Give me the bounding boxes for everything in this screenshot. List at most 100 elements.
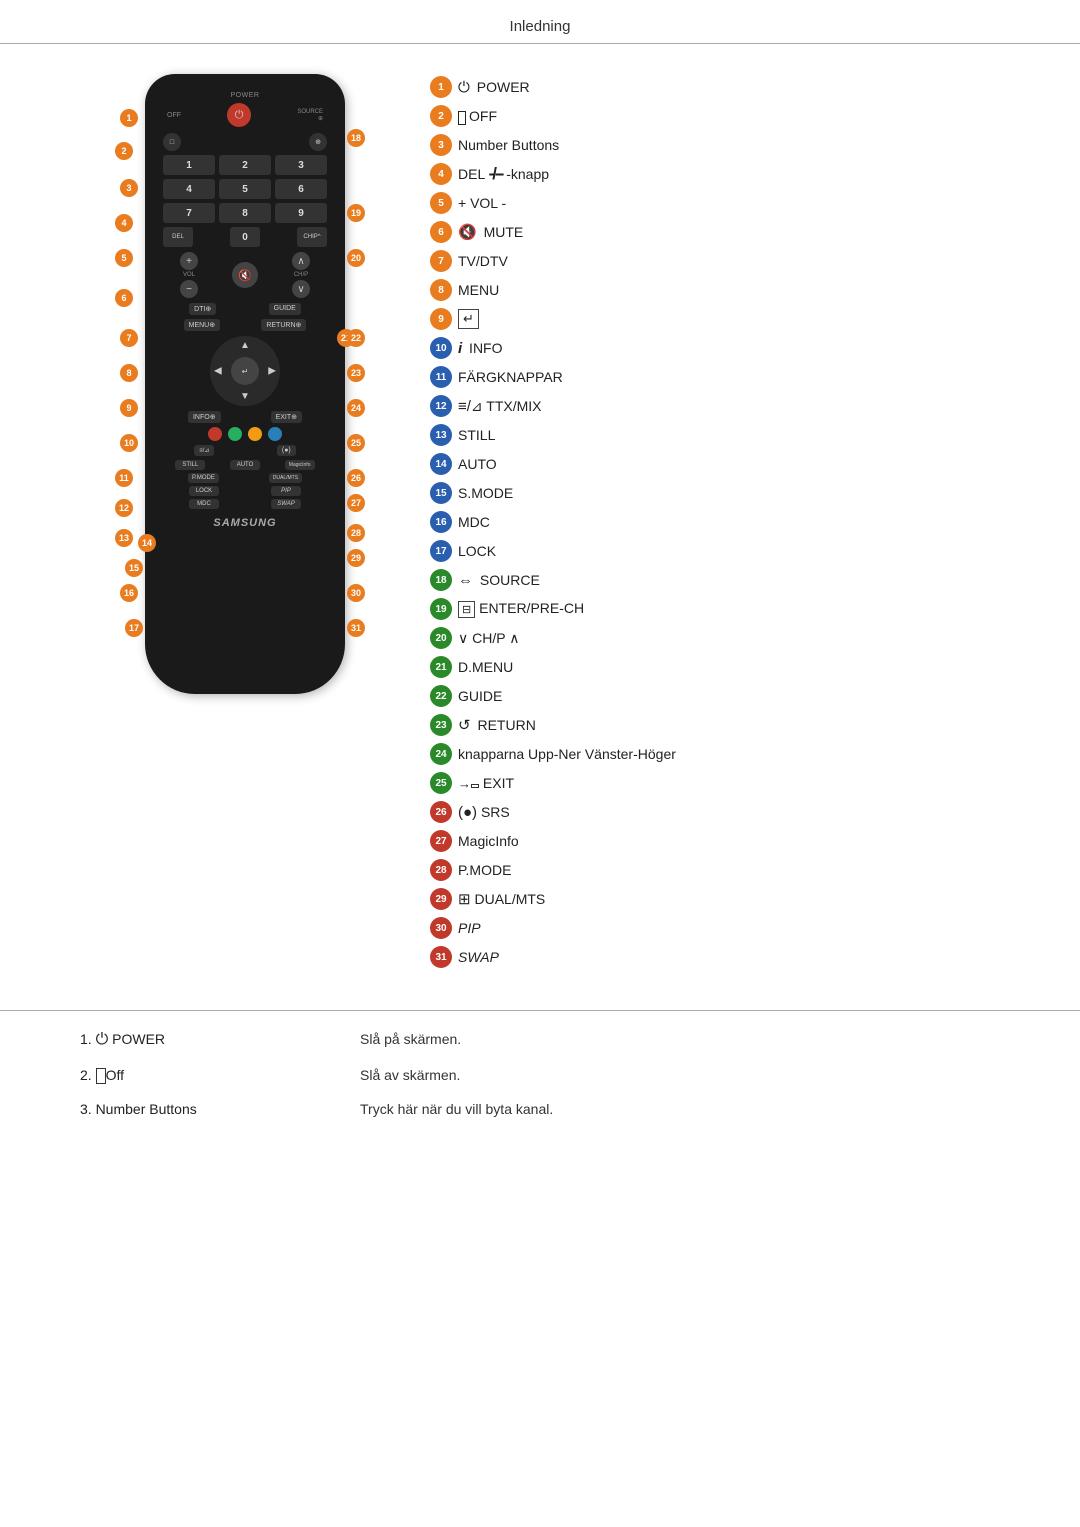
remote-mdc-btn[interactable]: MDC — [189, 499, 219, 509]
legend-text-14: AUTO — [458, 456, 497, 472]
desc-item-2: 2. Off Slå av skärmen. — [80, 1067, 1000, 1083]
remote-btn-8[interactable]: 8 — [219, 203, 271, 223]
legend-badge-27: 27 — [430, 830, 452, 852]
legend-text-25: → EXIT — [458, 775, 514, 791]
remote-del-btn[interactable]: DEL — [163, 227, 193, 247]
remote-btn-0[interactable]: 0 — [230, 227, 260, 247]
remote-still-btn[interactable]: STILL — [175, 460, 205, 470]
legend-badge-29: 29 — [430, 888, 452, 910]
remote-btn-6[interactable]: 6 — [275, 179, 327, 199]
remote-blue-btn[interactable] — [268, 427, 282, 441]
remote-btn-9[interactable]: 9 — [275, 203, 327, 223]
legend-item-27: 27 MagicInfo — [430, 828, 1020, 854]
remote-swap-btn[interactable]: SWAP — [271, 499, 301, 509]
remote-return-btn[interactable]: RETURN⊕ — [261, 319, 306, 331]
legend-text-30: PIP — [458, 920, 481, 936]
legend-badge-16: 16 — [430, 511, 452, 533]
remote-pip-btn[interactable]: PIP — [271, 486, 301, 496]
legend-item-29: 29 ⊞ DUAL/MTS — [430, 886, 1020, 912]
legend-text-17: LOCK — [458, 543, 496, 559]
remote-vol-down[interactable]: − — [180, 280, 198, 298]
legend-text-5: + VOL - — [458, 195, 506, 211]
legend-text-21: D.MENU — [458, 659, 513, 675]
remote-lock-btn[interactable]: LOCK — [189, 486, 219, 496]
legend-badge-12: 12 — [430, 395, 452, 417]
remote-ch-up[interactable]: ∧ — [292, 252, 310, 270]
legend-item-3: 3 Number Buttons — [430, 132, 1020, 158]
remote-num-18: 18 — [347, 129, 365, 147]
desc-value-1: Slå på skärmen. — [360, 1031, 461, 1047]
legend-item-30: 30 PIP — [430, 915, 1020, 941]
remote-tv-btn[interactable]: DTI⊕ — [189, 303, 216, 315]
remote-num-5: 5 — [115, 249, 133, 267]
remote-nav-right[interactable]: ▶ — [268, 366, 276, 377]
legend-list: 1 ⏻ POWER 2 OFF 3 Number Buttons 4 DEL -… — [430, 74, 1020, 970]
remote-source-btn[interactable]: ⊕ — [309, 133, 327, 151]
remote-dual-btn[interactable]: DUAL/MTS — [269, 473, 302, 483]
legend-item-5: 5 + VOL - — [430, 190, 1020, 216]
remote-num-29: 29 — [347, 549, 365, 567]
legend-item-23: 23 ↺ RETURN — [430, 712, 1020, 738]
legend-item-2: 2 OFF — [430, 103, 1020, 129]
remote-power-btn[interactable]: ⏻ — [227, 103, 251, 127]
remote-ttx-btn[interactable]: ≡/⊿ — [194, 445, 214, 456]
legend-badge-1: 1 — [430, 76, 452, 98]
remote-chip-btn[interactable]: CHIP^ — [297, 227, 327, 247]
remote-source-label: SOURCE⊕ — [297, 109, 323, 122]
remote-nav-down[interactable]: ▼ — [240, 391, 250, 402]
legend-item-10: 10 i INFO — [430, 335, 1020, 361]
legend-badge-14: 14 — [430, 453, 452, 475]
legend-item-26: 26 (●) SRS — [430, 799, 1020, 825]
remote-btn-4[interactable]: 4 — [163, 179, 215, 199]
remote-btn-2[interactable]: 2 — [219, 155, 271, 175]
remote-pmode-btn[interactable]: P.MODE — [188, 473, 219, 483]
remote-vol-up[interactable]: + — [180, 252, 198, 270]
legend-text-1: ⏻ POWER — [458, 79, 530, 96]
remote-ch-down[interactable]: ∨ — [292, 280, 310, 298]
desc-item-3: 3. Number Buttons Tryck här när du vill … — [80, 1101, 1000, 1117]
remote-btn-7[interactable]: 7 — [163, 203, 215, 223]
remote-menu-btn[interactable]: MENU⊕ — [184, 319, 220, 331]
remote-red-btn[interactable] — [208, 427, 222, 441]
remote-exit-btn[interactable]: EXIT⊕ — [271, 411, 302, 423]
legend-text-8: MENU — [458, 282, 499, 298]
remote-off-btn[interactable]: □ — [163, 133, 181, 151]
remote-green-btn[interactable] — [228, 427, 242, 441]
remote-nav-enter[interactable]: ↵ — [231, 357, 259, 385]
remote-num-4: 4 — [115, 214, 133, 232]
remote-btn-1[interactable]: 1 — [163, 155, 215, 175]
legend-item-12: 12 ≡/⊿ TTX/MIX — [430, 393, 1020, 419]
legend-badge-23: 23 — [430, 714, 452, 736]
remote-guide-btn[interactable]: GUIDE — [269, 303, 301, 315]
remote-num-15: 15 — [125, 559, 143, 577]
remote-btn-5[interactable]: 5 — [219, 179, 271, 199]
legend-badge-28: 28 — [430, 859, 452, 881]
legend-text-9: ↵ — [458, 309, 479, 329]
remote-num-9: 9 — [120, 399, 138, 417]
remote-auto-btn[interactable]: AUTO — [230, 460, 260, 470]
legend-section: 1 ⏻ POWER 2 OFF 3 Number Buttons 4 DEL -… — [410, 74, 1020, 970]
remote-vol-label: VOL — [183, 272, 195, 278]
legend-item-24: 24 knapparna Upp-Ner Vänster-Höger — [430, 741, 1020, 767]
legend-badge-26: 26 — [430, 801, 452, 823]
remote-nav-left[interactable]: ◀ — [214, 366, 222, 377]
legend-badge-20: 20 — [430, 627, 452, 649]
remote-srs-btn[interactable]: (●) — [277, 445, 296, 456]
remote-magic-btn[interactable]: MagicInfo — [285, 460, 315, 470]
legend-item-1: 1 ⏻ POWER — [430, 74, 1020, 100]
legend-item-16: 16 MDC — [430, 509, 1020, 535]
remote-nav-up[interactable]: ▲ — [240, 340, 250, 351]
remote-num-12: 12 — [115, 499, 133, 517]
legend-item-22: 22 GUIDE — [430, 683, 1020, 709]
desc-label-3: 3. Number Buttons — [80, 1101, 360, 1117]
remote-mute-btn[interactable]: 🔇 — [232, 262, 258, 288]
remote-yellow-btn[interactable] — [248, 427, 262, 441]
remote-num-13: 13 — [115, 529, 133, 547]
remote-num-10: 10 — [120, 434, 138, 452]
samsung-logo: SAMSUNG — [155, 517, 335, 529]
remote-btn-3[interactable]: 3 — [275, 155, 327, 175]
legend-badge-21: 21 — [430, 656, 452, 678]
remote-num-24: 24 — [347, 399, 365, 417]
legend-item-21: 21 D.MENU — [430, 654, 1020, 680]
remote-info-btn[interactable]: INFO⊕ — [188, 411, 221, 423]
